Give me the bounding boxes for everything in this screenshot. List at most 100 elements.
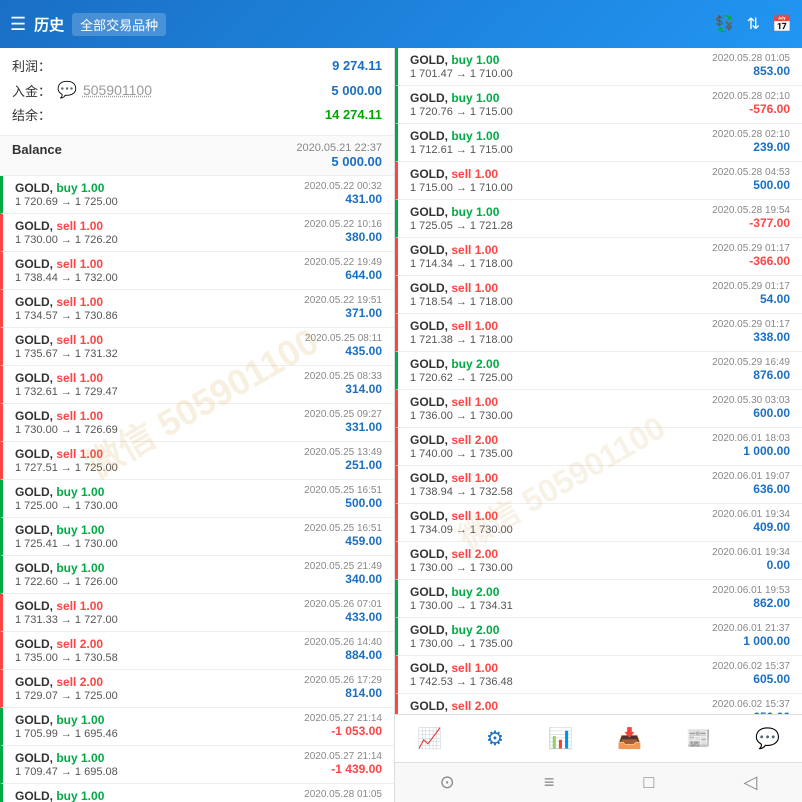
profit-row: 利润： 9 274.11 bbox=[12, 56, 382, 75]
trade-name: GOLD, buy 1.00 bbox=[15, 789, 118, 802]
trade-item[interactable]: GOLD, sell 1.00 1 718.54 → 1 718.00 2020… bbox=[395, 276, 802, 314]
trade-profit: 605.00 bbox=[712, 672, 790, 686]
trade-date: 2020.06.01 21:37 bbox=[712, 623, 790, 634]
square-icon[interactable]: □ bbox=[624, 768, 675, 797]
trade-item[interactable]: GOLD, sell 1.00 1 715.00 → 1 710.00 2020… bbox=[395, 162, 802, 200]
trade-result: 2020.05.25 08:33 314.00 bbox=[304, 371, 382, 396]
home-icon[interactable]: ≡ bbox=[524, 768, 575, 797]
trade-item[interactable]: GOLD, buy 1.00 1 712.61 → 1 715.00 2020.… bbox=[395, 124, 802, 162]
trade-item[interactable]: GOLD, sell 1.00 1 734.57 → 1 730.86 2020… bbox=[0, 290, 394, 328]
trade-item[interactable]: GOLD, sell 1.00 1 721.38 → 1 718.00 2020… bbox=[395, 314, 802, 352]
trade-name: GOLD, sell 1.00 bbox=[410, 509, 513, 523]
trade-item[interactable]: GOLD, sell 1.00 1 714.34 → 1 718.00 2020… bbox=[395, 238, 802, 276]
trade-item[interactable]: GOLD, sell 1.00 1 735.67 → 1 731.32 2020… bbox=[0, 328, 394, 366]
trade-name: GOLD, sell 1.00 bbox=[410, 281, 513, 295]
trade-item[interactable]: GOLD, sell 1.00 1 738.94 → 1 732.58 2020… bbox=[395, 466, 802, 504]
trade-profit: 644.00 bbox=[304, 268, 382, 282]
trade-name: GOLD, sell 1.00 bbox=[410, 167, 513, 181]
trade-price: 1 720.69 → 1 725.00 bbox=[15, 196, 118, 208]
trade-name: GOLD, sell 1.00 bbox=[15, 371, 118, 385]
trade-info: GOLD, buy 1.00 1 712.61 → 1 715.00 bbox=[410, 129, 513, 156]
header-subtitle[interactable]: 全部交易品种 bbox=[72, 13, 166, 36]
right-trade-list[interactable]: GOLD, buy 1.00 1 701.47 → 1 710.00 2020.… bbox=[395, 48, 802, 714]
trade-info: GOLD, sell 1.00 1 735.67 → 1 731.32 bbox=[15, 333, 118, 360]
inbox-icon[interactable]: 📥 bbox=[609, 718, 650, 759]
back-icon[interactable]: ◁ bbox=[724, 768, 778, 797]
trade-item[interactable]: GOLD, buy 1.00 1 720.76 → 1 715.00 2020.… bbox=[395, 86, 802, 124]
balance-right: 2020.05.21 22:37 5 000.00 bbox=[296, 142, 382, 169]
chart-icon[interactable]: 📊 bbox=[540, 718, 581, 759]
trade-item[interactable]: GOLD, buy 1.00 1 725.00 → 1 730.00 2020.… bbox=[0, 480, 394, 518]
trade-item[interactable]: GOLD, buy 1.00 1 725.05 → 1 721.28 2020.… bbox=[395, 200, 802, 238]
trade-info: GOLD, buy 1.00 1 725.00 → 1 730.00 bbox=[15, 485, 118, 512]
calendar-icon[interactable]: 📅 bbox=[772, 14, 792, 34]
deposit-value: 5 000.00 bbox=[331, 83, 382, 98]
trade-item[interactable]: GOLD, sell 1.00 1 738.44 → 1 732.00 2020… bbox=[0, 252, 394, 290]
trade-name: GOLD, buy 1.00 bbox=[410, 205, 513, 219]
trend-icon[interactable]: 📈 bbox=[409, 718, 450, 759]
trade-result: 2020.05.22 19:49 644.00 bbox=[304, 257, 382, 282]
currency-icon[interactable]: 💱 bbox=[715, 14, 735, 34]
trade-result: 2020.05.30 03:03 600.00 bbox=[712, 395, 790, 420]
trade-item[interactable]: GOLD, buy 1.00 1 725.41 → 1 730.00 2020.… bbox=[0, 518, 394, 556]
trade-name: GOLD, buy 1.00 bbox=[410, 129, 513, 143]
trade-item[interactable]: GOLD, sell 1.00 1 742.53 → 1 736.48 2020… bbox=[395, 656, 802, 694]
trade-date: 2020.05.28 19:54 bbox=[712, 205, 790, 216]
settings-icon[interactable]: ⚙ bbox=[478, 718, 512, 759]
trade-result: 2020.06.01 19:34 409.00 bbox=[712, 509, 790, 534]
trade-item[interactable]: GOLD, sell 2.00 1 740.00 → 1 735.00 2020… bbox=[395, 428, 802, 466]
trade-price: 1 722.60 → 1 726.00 bbox=[15, 576, 118, 588]
trade-profit: 338.00 bbox=[712, 330, 790, 344]
news-icon[interactable]: 📰 bbox=[678, 718, 719, 759]
trade-item[interactable]: GOLD, sell 2.00 1 730.00 → 1 730.00 2020… bbox=[395, 542, 802, 580]
trade-date: 2020.05.29 01:17 bbox=[712, 243, 790, 254]
trade-item[interactable]: GOLD, sell 1.00 1 734.09 → 1 730.00 2020… bbox=[395, 504, 802, 542]
left-trade-list[interactable]: Balance 2020.05.21 22:37 5 000.00 GOLD, … bbox=[0, 136, 394, 802]
trade-info: GOLD, buy 1.00 1 720.69 → 1 725.00 bbox=[15, 181, 118, 208]
back-circle-icon[interactable]: ⊙ bbox=[420, 768, 475, 797]
trade-item[interactable]: GOLD, sell 1.00 1 736.00 → 1 730.00 2020… bbox=[395, 390, 802, 428]
trade-item[interactable]: GOLD, buy 2.00 1 730.00 → 1 734.31 2020.… bbox=[395, 580, 802, 618]
trade-item[interactable]: GOLD, buy 2.00 1 720.62 → 1 725.00 2020.… bbox=[395, 352, 802, 390]
trade-item[interactable]: GOLD, buy 1.00 1 722.60 → 1 726.00 2020.… bbox=[0, 556, 394, 594]
sort-icon[interactable]: ⇅ bbox=[747, 14, 760, 34]
trade-result: 2020.05.27 21:14 -1 053.00 bbox=[304, 713, 382, 738]
trade-item[interactable]: GOLD, buy 2.00 1 730.00 → 1 735.00 2020.… bbox=[395, 618, 802, 656]
trade-result: 2020.05.26 17:29 814.00 bbox=[304, 675, 382, 700]
trade-date: 2020.05.25 09:27 bbox=[304, 409, 382, 420]
trade-profit: 54.00 bbox=[712, 292, 790, 306]
trade-item[interactable]: GOLD, buy 1.00 1 701.47 → 1 710.00 2020.… bbox=[0, 784, 394, 802]
trade-price: 1 709.47 → 1 695.08 bbox=[15, 766, 118, 778]
trade-item[interactable]: GOLD, sell 1.00 1 730.00 → 1 726.69 2020… bbox=[0, 404, 394, 442]
bottom-nav: ⊙ ≡ □ ◁ bbox=[395, 762, 802, 802]
trade-price: 1 715.00 → 1 710.00 bbox=[410, 182, 513, 194]
trade-name: GOLD, buy 1.00 bbox=[15, 485, 118, 499]
trade-item[interactable]: GOLD, buy 1.00 1 701.47 → 1 710.00 2020.… bbox=[395, 48, 802, 86]
trade-date: 2020.05.27 21:14 bbox=[304, 713, 382, 724]
trade-profit: 435.00 bbox=[305, 344, 382, 358]
trade-info: GOLD, buy 1.00 1 701.47 → 1 710.00 bbox=[410, 53, 513, 80]
trade-item[interactable]: GOLD, buy 1.00 1 709.47 → 1 695.08 2020.… bbox=[0, 746, 394, 784]
deposit-row: 入金： 💬 505901100 5 000.00 bbox=[12, 78, 382, 102]
trade-info: GOLD, sell 1.00 1 736.00 → 1 730.00 bbox=[410, 395, 513, 422]
menu-icon[interactable]: ☰ bbox=[10, 14, 26, 35]
trade-item[interactable]: GOLD, sell 2.00 1 739.77 → 1 736.52 2020… bbox=[395, 694, 802, 714]
trade-date: 2020.06.01 19:34 bbox=[712, 509, 790, 520]
trade-profit: 409.00 bbox=[712, 520, 790, 534]
trade-result: 2020.05.26 07:01 433.00 bbox=[304, 599, 382, 624]
trade-item[interactable]: GOLD, sell 2.00 1 729.07 → 1 725.00 2020… bbox=[0, 670, 394, 708]
profit-label: 利润： bbox=[12, 56, 51, 75]
trade-item[interactable]: GOLD, sell 1.00 1 727.51 → 1 725.00 2020… bbox=[0, 442, 394, 480]
trade-item[interactable]: GOLD, buy 1.00 1 720.69 → 1 725.00 2020.… bbox=[0, 176, 394, 214]
trade-item[interactable]: GOLD, buy 1.00 1 705.99 → 1 695.46 2020.… bbox=[0, 708, 394, 746]
trade-item[interactable]: GOLD, sell 2.00 1 735.00 → 1 730.58 2020… bbox=[0, 632, 394, 670]
trade-name: GOLD, sell 1.00 bbox=[15, 219, 118, 233]
trade-info: GOLD, buy 1.00 1 725.41 → 1 730.00 bbox=[15, 523, 118, 550]
trade-profit: 876.00 bbox=[712, 368, 790, 382]
trade-item[interactable]: GOLD, sell 1.00 1 730.00 → 1 726.20 2020… bbox=[0, 214, 394, 252]
chat-icon[interactable]: 💬 bbox=[747, 718, 788, 759]
trade-date: 2020.05.28 04:53 bbox=[712, 167, 790, 178]
trade-item[interactable]: GOLD, sell 1.00 1 732.61 → 1 729.47 2020… bbox=[0, 366, 394, 404]
trade-item[interactable]: GOLD, sell 1.00 1 731.33 → 1 727.00 2020… bbox=[0, 594, 394, 632]
trade-date: 2020.05.22 00:32 bbox=[304, 181, 382, 192]
